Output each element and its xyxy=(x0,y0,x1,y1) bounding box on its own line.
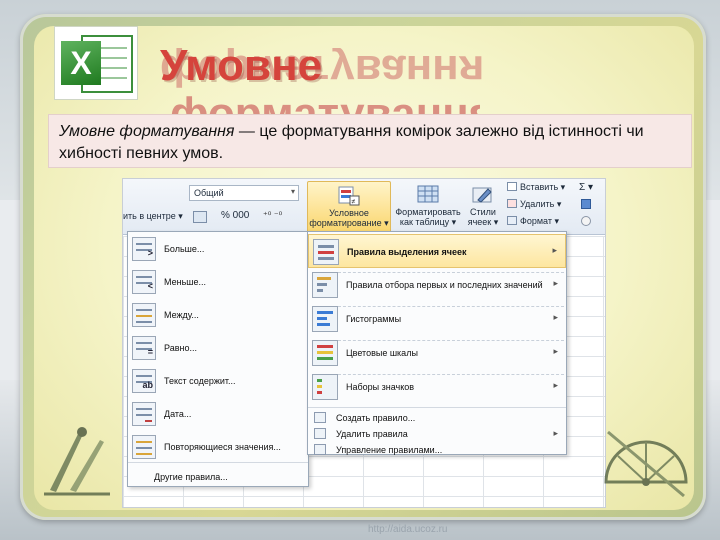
format-as-table-label-2: как таблицу ▾ xyxy=(399,217,457,227)
definition-term: Умовне форматування xyxy=(59,123,235,140)
cell-styles-label-1: Стили xyxy=(470,207,496,217)
rule-date-label: Дата... xyxy=(164,409,192,419)
rule-less-than[interactable]: < Меньше... xyxy=(128,267,308,297)
format-button[interactable]: Формат ▾ xyxy=(520,216,559,227)
ribbon: ить в центре ▾ Общий % 000 ⁺⁰ ⁻⁰ ≠ Услов… xyxy=(123,179,605,235)
decimal-buttons-icon[interactable]: ⁺⁰ ⁻⁰ xyxy=(263,210,282,221)
slide-title: Умовне xyxy=(160,41,323,90)
menu-manage-rules[interactable]: Управление правилами... xyxy=(308,442,566,458)
cell-styles-icon xyxy=(472,185,494,205)
merge-center-button[interactable]: ить в центре ▾ xyxy=(123,211,183,222)
currency-icon[interactable] xyxy=(193,211,207,223)
slide-title-second-line: форматування xyxy=(170,92,480,114)
menu-top-bottom-rules[interactable]: Правила отбора первых и последних значен… xyxy=(308,268,566,302)
delete-icon xyxy=(507,199,517,208)
format-as-table-button[interactable]: Форматировать как таблицу ▾ xyxy=(393,181,463,233)
calendar-icon xyxy=(132,402,156,426)
duplicate-values-icon xyxy=(132,435,156,459)
new-rule-icon xyxy=(314,412,326,423)
submenu-arrow-icon: ▸ xyxy=(552,245,557,255)
format-as-table-label-1: Форматировать xyxy=(395,207,461,217)
drafting-tools-icon xyxy=(40,420,120,500)
clear-icon[interactable] xyxy=(581,216,591,226)
clear-rules-icon xyxy=(314,428,326,439)
submenu-arrow-icon: ▸ xyxy=(553,428,558,438)
conditional-formatting-label-2: форматирование ▾ xyxy=(309,218,389,228)
svg-text:≠: ≠ xyxy=(352,199,356,206)
menu-color-scales-label: Цветовые шкалы xyxy=(346,348,418,358)
menu-data-bars-label: Гистограммы xyxy=(346,314,402,324)
menu-separator xyxy=(128,462,308,463)
icon-sets-icon xyxy=(312,374,338,400)
rule-greater-than[interactable]: > Больше... xyxy=(128,234,308,264)
greater-than-icon: > xyxy=(132,237,156,261)
conditional-formatting-menu: Правила выделения ячеек ▸ Правила отбора… xyxy=(307,231,567,455)
submenu-arrow-icon: ▸ xyxy=(553,380,558,390)
autosum-button[interactable]: Σ ▾ xyxy=(579,182,593,193)
menu-icon-sets[interactable]: Наборы значков ▸ xyxy=(308,370,566,404)
protractor-icon xyxy=(598,412,694,502)
menu-new-rule[interactable]: Создать правило... xyxy=(308,410,566,426)
conditional-formatting-button[interactable]: ≠ Условное форматирование ▾ xyxy=(307,181,391,233)
excel-x-mark: X xyxy=(61,41,101,85)
menu-clear-rules[interactable]: Удалить правила ▸ xyxy=(308,426,566,442)
table-icon xyxy=(417,185,439,205)
between-icon xyxy=(132,303,156,327)
highlight-cells-icon xyxy=(313,239,339,265)
menu-data-bars[interactable]: Гистограммы ▸ xyxy=(308,302,566,336)
menu-icon-sets-label: Наборы значков xyxy=(346,382,415,392)
data-bars-icon xyxy=(312,306,338,332)
menu-separator xyxy=(308,407,566,408)
definition-caption: Умовне форматування — це форматування ко… xyxy=(48,114,692,168)
manage-rules-icon xyxy=(314,444,326,455)
insert-button[interactable]: Вставить ▾ xyxy=(520,182,565,193)
menu-clear-rules-label: Удалить правила xyxy=(336,429,408,439)
rule-equal-to-label: Равно... xyxy=(164,343,197,353)
excel-logo-icon: X xyxy=(54,26,138,100)
menu-new-rule-label: Создать правило... xyxy=(336,413,416,423)
rule-text-contains[interactable]: ab Текст содержит... xyxy=(128,366,308,396)
source-watermark: http://aida.ucoz.ru xyxy=(368,524,448,535)
menu-color-scales[interactable]: Цветовые шкалы ▸ xyxy=(308,336,566,370)
cell-styles-label-2: ячеек ▾ xyxy=(467,217,499,227)
delete-button[interactable]: Удалить ▾ xyxy=(520,199,561,210)
submenu-arrow-icon: ▸ xyxy=(553,346,558,356)
insert-icon xyxy=(507,182,517,191)
rule-equal-to[interactable]: = Равно... xyxy=(128,333,308,363)
rule-duplicate-values[interactable]: Повторяющиеся значения... xyxy=(128,432,308,462)
rule-between-label: Между... xyxy=(164,310,199,320)
less-than-icon: < xyxy=(132,270,156,294)
submenu-arrow-icon: ▸ xyxy=(553,278,558,288)
highlight-rules-submenu: > Больше... < Меньше... Между... = Равно… xyxy=(127,231,309,487)
rule-between[interactable]: Между... xyxy=(128,300,308,330)
rule-less-than-label: Меньше... xyxy=(164,277,206,287)
rule-greater-than-label: Больше... xyxy=(164,244,205,254)
equal-to-icon: = xyxy=(132,336,156,360)
fill-icon[interactable] xyxy=(581,199,591,209)
rule-date[interactable]: Дата... xyxy=(128,399,308,429)
rule-text-contains-label: Текст содержит... xyxy=(164,376,236,386)
percent-thousands-buttons[interactable]: % 000 xyxy=(221,210,249,221)
menu-highlight-cell-rules-label: Правила выделения ячеек xyxy=(347,247,467,257)
top-bottom-icon xyxy=(312,272,338,298)
submenu-arrow-icon: ▸ xyxy=(553,312,558,322)
menu-top-bottom-rules-label: Правила отбора первых и последних значен… xyxy=(346,280,543,290)
number-format-select[interactable]: Общий xyxy=(189,185,299,201)
menu-highlight-cell-rules[interactable]: Правила выделения ячеек ▸ xyxy=(308,234,566,268)
color-scales-icon xyxy=(312,340,338,366)
conditional-formatting-label-1: Условное xyxy=(329,208,369,218)
excel-screenshot: ить в центре ▾ Общий % 000 ⁺⁰ ⁻⁰ ≠ Услов… xyxy=(122,178,606,508)
text-contains-icon: ab xyxy=(132,369,156,393)
conditional-formatting-icon: ≠ xyxy=(338,186,360,206)
format-icon xyxy=(507,216,517,225)
menu-manage-rules-label: Управление правилами... xyxy=(336,445,443,455)
cell-styles-button[interactable]: Стили ячеек ▾ xyxy=(463,181,503,233)
rule-duplicate-values-label: Повторяющиеся значения... xyxy=(164,442,281,452)
other-rules-item[interactable]: Другие правила... xyxy=(154,472,228,482)
